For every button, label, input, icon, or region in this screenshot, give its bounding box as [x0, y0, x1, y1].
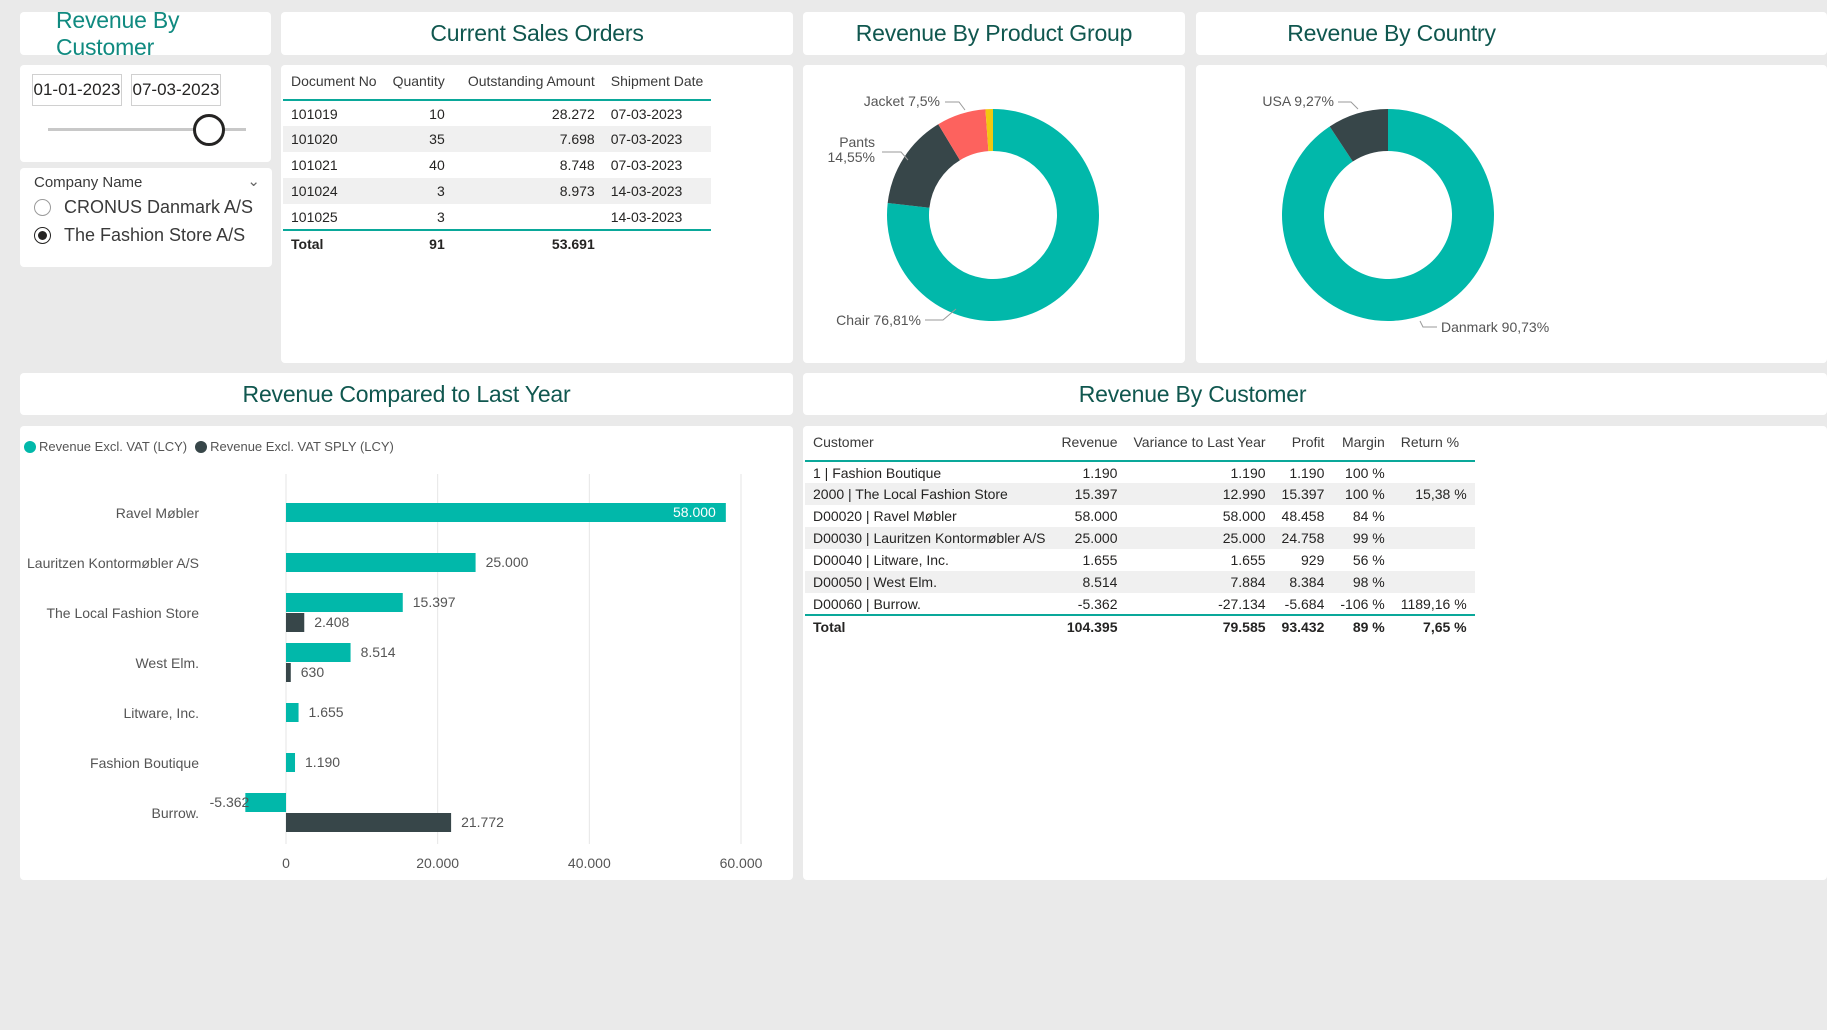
donut-label: USA 9,27% — [1262, 93, 1334, 109]
table-row[interactable]: D00060 | Burrow. -5.362 -27.134 -5.684 -106 … — [805, 593, 1475, 615]
radio-selected-icon — [34, 226, 51, 244]
column-header[interactable]: Return % — [1393, 434, 1475, 461]
table-row[interactable]: 101024 3 8.973 14-03-2023 — [283, 178, 712, 204]
category-label: Lauritzen Kontormøbler A/S — [27, 555, 199, 571]
company-option-cronus[interactable]: CRONUS Danmark A/S — [34, 193, 253, 221]
category-label: The Local Fashion Store — [46, 605, 199, 621]
bar-data-label: 1.655 — [309, 704, 344, 720]
column-header[interactable]: Quantity — [385, 73, 453, 100]
table-row[interactable]: 1 | Fashion Boutique 1.190 1.190 1.190 100 % — [805, 461, 1475, 483]
bar-data-label: 1.190 — [305, 754, 340, 770]
bar-current[interactable] — [286, 553, 476, 572]
country-donut: Danmark 90,73% USA 9,27% — [1262, 93, 1549, 335]
revenue-bar-chart: 0 20.000 40.000 60.000 Ravel Møbler 58.000 Lau… — [27, 474, 763, 871]
bar-data-label: 8.514 — [361, 644, 396, 660]
donut-label: Chair 76,81% — [836, 312, 921, 328]
category-label: Fashion Boutique — [90, 755, 199, 771]
column-header[interactable]: Outstanding Amount — [453, 73, 603, 100]
company-slicer: Company Name ⌄ CRONUS Danmark A/S The Fa… — [20, 168, 272, 267]
bar-sply[interactable] — [286, 813, 452, 832]
country-chart-card: Danmark 90,73% USA 9,27% — [1196, 65, 1827, 363]
company-option-fashion-store[interactable]: The Fashion Store A/S — [34, 221, 253, 249]
country-title: Revenue By Country — [1287, 20, 1496, 46]
column-header[interactable]: Customer — [805, 434, 1053, 461]
sales-orders-title-card: Current Sales Orders — [281, 12, 793, 55]
table-total-row: Total 104.395 79.585 93.432 89 % 7,65 % — [805, 615, 1475, 637]
end-date-input[interactable]: 07-03-2023 — [131, 74, 221, 106]
revenue-compared-title-card: Revenue Compared to Last Year — [20, 373, 793, 415]
x-tick-label: 20.000 — [416, 855, 459, 871]
bar-current[interactable] — [286, 753, 296, 772]
column-header[interactable]: Shipment Date — [603, 73, 712, 100]
category-label: Litware, Inc. — [124, 705, 199, 721]
sales-orders-card: Document No Quantity Outstanding Amount … — [281, 65, 793, 363]
bar-current[interactable] — [286, 503, 726, 522]
bar-sply[interactable] — [286, 663, 291, 682]
chevron-down-icon[interactable]: ⌄ — [247, 172, 260, 190]
column-header[interactable]: Profit — [1274, 434, 1333, 461]
product-group-title: Revenue By Product Group — [855, 20, 1133, 46]
revenue-by-customer-title-card: Revenue By Customer — [20, 7, 271, 60]
sales-orders-table: Document No Quantity Outstanding Amount … — [283, 73, 712, 256]
column-header[interactable]: Margin — [1332, 434, 1392, 461]
bar-data-label: 25.000 — [486, 554, 529, 570]
customer-table-title-card: Revenue By Customer — [803, 373, 1827, 415]
table-total-row: Total 91 53.691 — [283, 230, 712, 256]
donut-label: 14,55% — [828, 149, 875, 165]
leader-line — [1338, 101, 1359, 110]
donut-label: Jacket 7,5% — [864, 93, 940, 109]
customer-table-card: Customer Revenue Variance to Last Year P… — [803, 426, 1827, 880]
table-row[interactable]: D00020 | Ravel Møbler 58.000 58.000 48.458 8… — [805, 505, 1475, 527]
column-header[interactable]: Variance to Last Year — [1125, 434, 1273, 461]
table-row[interactable]: D00040 | Litware, Inc. 1.655 1.655 929 56 % — [805, 549, 1475, 571]
bar-data-label: 21.772 — [461, 814, 504, 830]
bar-current[interactable] — [245, 793, 286, 812]
table-row[interactable]: 2000 | The Local Fashion Store 15.397 12.9… — [805, 483, 1475, 505]
radio-icon — [34, 198, 51, 216]
bar-data-label: 630 — [301, 664, 325, 680]
revenue-compared-title: Revenue Compared to Last Year — [242, 380, 571, 407]
x-tick-label: 40.000 — [568, 855, 611, 871]
column-header[interactable]: Revenue — [1053, 434, 1125, 461]
product-group-chart-card: Chair 76,81% Pants 14,55% Jacket 7,5% — [803, 65, 1185, 363]
category-label: West Elm. — [135, 655, 199, 671]
table-row[interactable]: 101019 10 28.272 07-03-2023 — [283, 100, 711, 126]
revenue-compared-chart-card: Revenue Excl. VAT (LCY) Revenue Excl. VA… — [20, 426, 793, 880]
page-title: Revenue By Customer — [56, 6, 180, 60]
start-date-input[interactable]: 01-01-2023 — [32, 74, 122, 106]
bar-sply[interactable] — [286, 613, 305, 632]
category-label: Ravel Møbler — [116, 505, 200, 521]
country-title-card: Revenue By Country — [1196, 12, 1827, 55]
table-row[interactable]: D00050 | West Elm. 8.514 7.884 8.384 98 % — [805, 571, 1475, 593]
bar-current[interactable] — [286, 703, 299, 722]
customer-table-title: Revenue By Customer — [1078, 380, 1307, 407]
donut-label: Danmark 90,73% — [1441, 319, 1549, 335]
table-row[interactable]: 101025 3 14-03-2023 — [283, 204, 711, 230]
bar-current[interactable] — [286, 643, 351, 662]
leader-line — [945, 101, 966, 111]
x-tick-label: 60.000 — [720, 855, 763, 871]
leader-line — [1419, 320, 1437, 328]
bar-data-label: 2.408 — [314, 614, 349, 630]
product-group-title-card: Revenue By Product Group — [803, 12, 1185, 55]
product-group-donut: Chair 76,81% Pants14,55% Jacket 7,5% — [828, 93, 1099, 328]
bar-data-label: -5.362 — [210, 794, 250, 810]
x-tick-label: 0 — [282, 855, 290, 871]
bar-current[interactable] — [286, 593, 403, 612]
date-slider-handle[interactable] — [193, 114, 225, 146]
sales-orders-title: Current Sales Orders — [430, 20, 644, 46]
bar-data-label: 15.397 — [413, 594, 456, 610]
company-slicer-header: Company Name — [34, 174, 143, 191]
customer-table: Customer Revenue Variance to Last Year P… — [805, 434, 1475, 637]
donut-label: Pants — [839, 134, 875, 150]
table-row[interactable]: D00030 | Lauritzen Kontormøbler A/S 25.00… — [805, 527, 1475, 549]
bar-data-label: 58.000 — [673, 504, 716, 520]
category-label: Burrow. — [152, 805, 199, 821]
table-row[interactable]: 101020 35 7.698 07-03-2023 — [283, 126, 712, 152]
date-slicer: 01-01-2023 07-03-2023 — [20, 65, 271, 162]
column-header[interactable]: Document No — [283, 73, 385, 100]
table-row[interactable]: 101021 40 8.748 07-03-2023 — [283, 152, 711, 178]
